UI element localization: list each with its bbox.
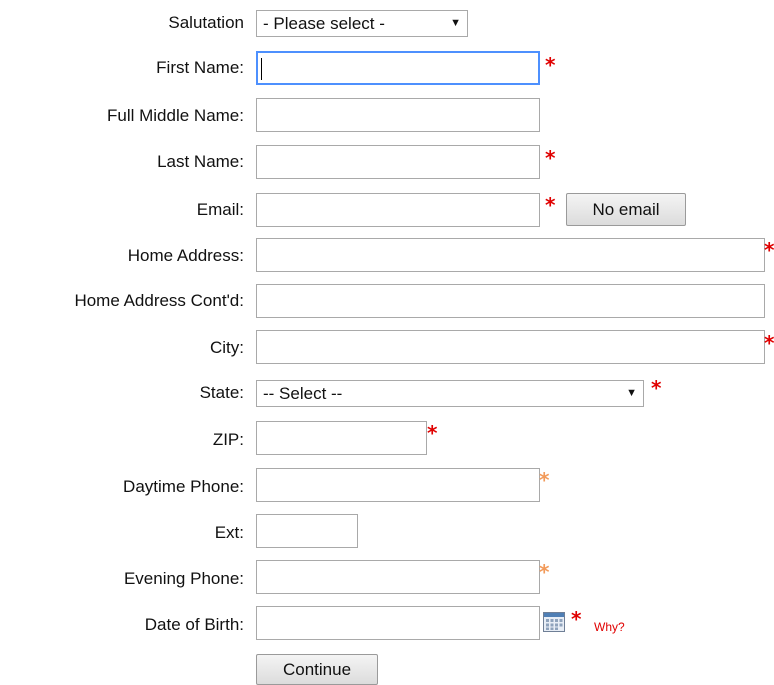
dropdown-arrow-icon: ▼ [626,387,637,399]
required-marker: * [545,53,556,77]
home-address-cont-label: Home Address Cont'd: [74,291,244,310]
required-marker: * [545,146,556,170]
conditional-required-marker: * [539,468,550,492]
last-name-input[interactable] [256,145,540,179]
ext-input[interactable] [256,514,358,548]
first-name-label: First Name: [156,58,244,77]
daytime-phone-input[interactable] [256,468,540,502]
email-input[interactable] [256,193,540,227]
salutation-label: Salutation [168,13,244,32]
required-marker: * [545,193,556,217]
required-marker: * [427,421,438,445]
middle-name-input[interactable] [256,98,540,132]
first-name-input[interactable] [256,51,540,85]
continue-button[interactable]: Continue [256,654,378,685]
evening-phone-input[interactable] [256,560,540,594]
state-select[interactable]: -- Select -- ▼ [256,380,644,407]
state-label: State: [199,383,244,402]
salutation-selected-value: - Please select - [263,14,385,33]
required-marker: * [764,331,774,355]
why-link[interactable]: Why? [594,620,625,634]
email-label: Email: [196,200,244,219]
daytime-phone-label: Daytime Phone: [123,477,244,496]
evening-phone-label: Evening Phone: [123,569,244,588]
conditional-required-marker: * [539,560,550,584]
zip-label: ZIP: [212,430,244,449]
zip-input[interactable] [256,421,427,455]
text-caret [261,58,262,80]
dob-label: Date of Birth: [144,615,244,634]
last-name-label: Last Name: [157,152,244,171]
home-address-label: Home Address: [127,246,244,265]
no-email-button[interactable]: No email [566,193,686,226]
calendar-icon[interactable] [543,612,565,632]
middle-name-label: Full Middle Name: [107,106,244,125]
dob-input[interactable] [256,606,540,640]
city-label: City: [210,338,244,357]
city-input[interactable] [256,330,765,364]
home-address-input[interactable] [256,238,765,272]
required-marker: * [764,238,774,262]
ext-label: Ext: [214,523,244,542]
state-selected-value: -- Select -- [263,384,343,403]
salutation-select[interactable]: - Please select - ▼ [256,10,468,37]
required-marker: * [651,376,662,400]
required-marker: * [571,607,582,631]
dropdown-arrow-icon: ▼ [450,17,461,29]
home-address-cont-input[interactable] [256,284,765,318]
